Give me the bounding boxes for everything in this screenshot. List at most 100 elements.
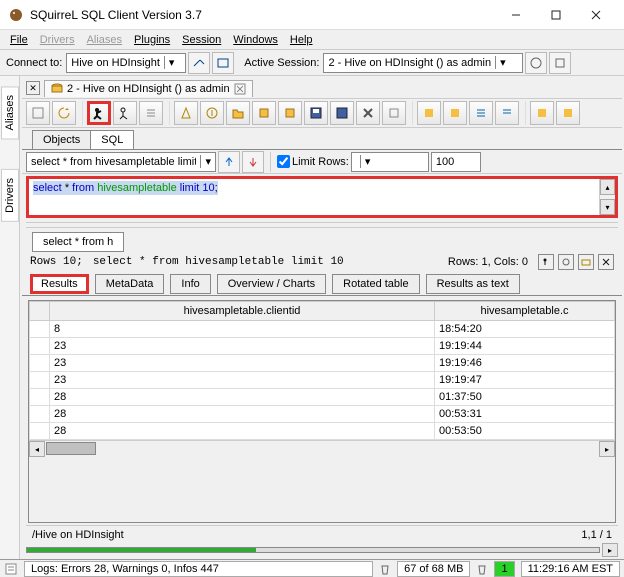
- close-button[interactable]: [576, 2, 616, 28]
- minimize-button[interactable]: [496, 2, 536, 28]
- tb-catalogs-button[interactable]: [26, 101, 50, 125]
- status-path: /Hive on HDInsight: [32, 529, 124, 541]
- kw-from: from: [72, 182, 94, 194]
- run-sql-button[interactable]: [87, 101, 111, 125]
- table-row[interactable]: 818:54:20: [30, 321, 615, 338]
- tb-btn-n[interactable]: [556, 101, 580, 125]
- tb-btn-k[interactable]: [469, 101, 493, 125]
- tab-sql[interactable]: SQL: [90, 130, 134, 149]
- col-rownum[interactable]: [30, 302, 50, 321]
- tb-saveas-button[interactable]: [330, 101, 354, 125]
- session-tab[interactable]: 2 - Hive on HDInsight () as admin: [44, 80, 253, 97]
- table-hscroll[interactable]: ◂ ▸: [29, 440, 615, 456]
- scroll-up-icon[interactable]: ▴: [600, 179, 615, 195]
- table-row[interactable]: 2800:53:50: [30, 423, 615, 440]
- close-result-icon[interactable]: [598, 254, 614, 270]
- new-session-icon-button[interactable]: [212, 52, 234, 74]
- tab-objects[interactable]: Objects: [32, 130, 91, 149]
- menu-session[interactable]: Session: [176, 32, 227, 48]
- splitter[interactable]: [26, 222, 618, 228]
- log-icon[interactable]: [4, 562, 18, 576]
- results-tab-rotated[interactable]: Rotated table: [332, 274, 419, 294]
- table-row[interactable]: 2319:19:44: [30, 338, 615, 355]
- scroll-thumb[interactable]: [46, 442, 96, 455]
- menu-drivers[interactable]: Drivers: [34, 32, 81, 48]
- cell-clientid: 23: [50, 355, 435, 372]
- pin-icon[interactable]: [558, 254, 574, 270]
- tb-btn-d[interactable]: [252, 101, 276, 125]
- rerun-icon[interactable]: [538, 254, 554, 270]
- side-tab-drivers[interactable]: Drivers: [1, 169, 19, 222]
- col-c2[interactable]: hivesampletable.c: [435, 302, 615, 321]
- session-tab-label: 2 - Hive on HDInsight () as admin: [67, 83, 230, 95]
- limit-rows-check-input[interactable]: [277, 155, 290, 168]
- results-table-wrap: hivesampletable.clientid hivesampletable…: [28, 300, 616, 523]
- scroll-right-icon-2[interactable]: ▸: [602, 543, 618, 557]
- close-all-sessions-button[interactable]: ✕: [26, 81, 40, 95]
- editor-scrollbar[interactable]: ▴ ▾: [599, 179, 615, 215]
- scroll-left-icon[interactable]: ◂: [29, 441, 45, 457]
- menu-aliases[interactable]: Aliases: [81, 32, 128, 48]
- alias-combo[interactable]: Hive on HDInsight ▾: [66, 53, 186, 73]
- limit-rows-checkbox[interactable]: [277, 155, 290, 168]
- limit-rows-label: Limit Rows:: [292, 156, 349, 168]
- results-tab-astext[interactable]: Results as text: [426, 274, 520, 294]
- tb-btn-l[interactable]: [495, 101, 519, 125]
- cell-rownum: [30, 372, 50, 389]
- cell-rownum: [30, 423, 50, 440]
- session-action1-button[interactable]: [525, 52, 547, 74]
- tb-save-button[interactable]: [304, 101, 328, 125]
- trash-icon[interactable]: [379, 563, 391, 575]
- tb-delete-button[interactable]: [356, 101, 380, 125]
- session-toolbar: [22, 98, 622, 128]
- result-query-tab[interactable]: select * from h: [32, 232, 124, 252]
- table-row[interactable]: 2801:37:50: [30, 389, 615, 406]
- tb-open-button[interactable]: [226, 101, 250, 125]
- maximize-button[interactable]: [536, 2, 576, 28]
- results-tab-results[interactable]: Results: [30, 274, 89, 294]
- tb-btn-i[interactable]: [417, 101, 441, 125]
- sql-history-next-button[interactable]: [242, 151, 264, 173]
- scroll-down-icon[interactable]: ▾: [600, 199, 615, 215]
- menu-windows[interactable]: Windows: [227, 32, 284, 48]
- cell-c2: 00:53:50: [435, 423, 615, 440]
- table-row[interactable]: 2319:19:47: [30, 372, 615, 389]
- results-tab-overview[interactable]: Overview / Charts: [217, 274, 326, 294]
- run-sql-new-tab-button[interactable]: [113, 101, 137, 125]
- tb-refresh-button[interactable]: [52, 101, 76, 125]
- detach-icon[interactable]: [578, 254, 594, 270]
- sql-history-prev-button[interactable]: [218, 151, 240, 173]
- tb-btn-j[interactable]: [443, 101, 467, 125]
- cell-clientid: 28: [50, 389, 435, 406]
- limit-rows-value-input[interactable]: [431, 152, 481, 172]
- tb-btn-m[interactable]: [530, 101, 554, 125]
- sql-history-combo[interactable]: select * from hivesampletable limit 10 ▾: [26, 152, 216, 172]
- tb-btn-e[interactable]: [278, 101, 302, 125]
- active-session-combo[interactable]: 2 - Hive on HDInsight () as admin ▾: [323, 53, 523, 73]
- connect-bar: Connect to: Hive on HDInsight ▾ Active S…: [0, 50, 624, 76]
- menu-help[interactable]: Help: [284, 32, 319, 48]
- status-logs[interactable]: Logs: Errors 28, Warnings 0, Infos 447: [24, 561, 373, 577]
- table-row[interactable]: 2319:19:46: [30, 355, 615, 372]
- tb-explain-button[interactable]: [139, 101, 163, 125]
- busy-progress-bar: [26, 547, 600, 553]
- menu-plugins[interactable]: Plugins: [128, 32, 176, 48]
- gc-icon[interactable]: [476, 563, 488, 575]
- results-table[interactable]: hivesampletable.clientid hivesampletable…: [29, 301, 615, 440]
- session-tab-close-icon[interactable]: [234, 83, 246, 95]
- connect-icon-button[interactable]: [188, 52, 210, 74]
- tb-btn-b[interactable]: [200, 101, 224, 125]
- table-row[interactable]: 2800:53:31: [30, 406, 615, 423]
- sql-editor[interactable]: select * from hivesampletable limit 10;: [29, 179, 599, 215]
- side-tab-aliases[interactable]: Aliases: [1, 86, 19, 139]
- results-tab-metadata[interactable]: MetaData: [95, 274, 165, 294]
- col-clientid[interactable]: hivesampletable.clientid: [50, 302, 435, 321]
- menu-file[interactable]: File: [4, 32, 34, 48]
- results-tab-info[interactable]: Info: [170, 274, 210, 294]
- scroll-right-icon[interactable]: ▸: [599, 441, 615, 457]
- active-session-value: 2 - Hive on HDInsight () as admin: [328, 57, 491, 69]
- limit-rows-type-combo[interactable]: ▾: [351, 152, 429, 172]
- tb-btn-h[interactable]: [382, 101, 406, 125]
- session-action2-button[interactable]: [549, 52, 571, 74]
- tb-btn-a[interactable]: [174, 101, 198, 125]
